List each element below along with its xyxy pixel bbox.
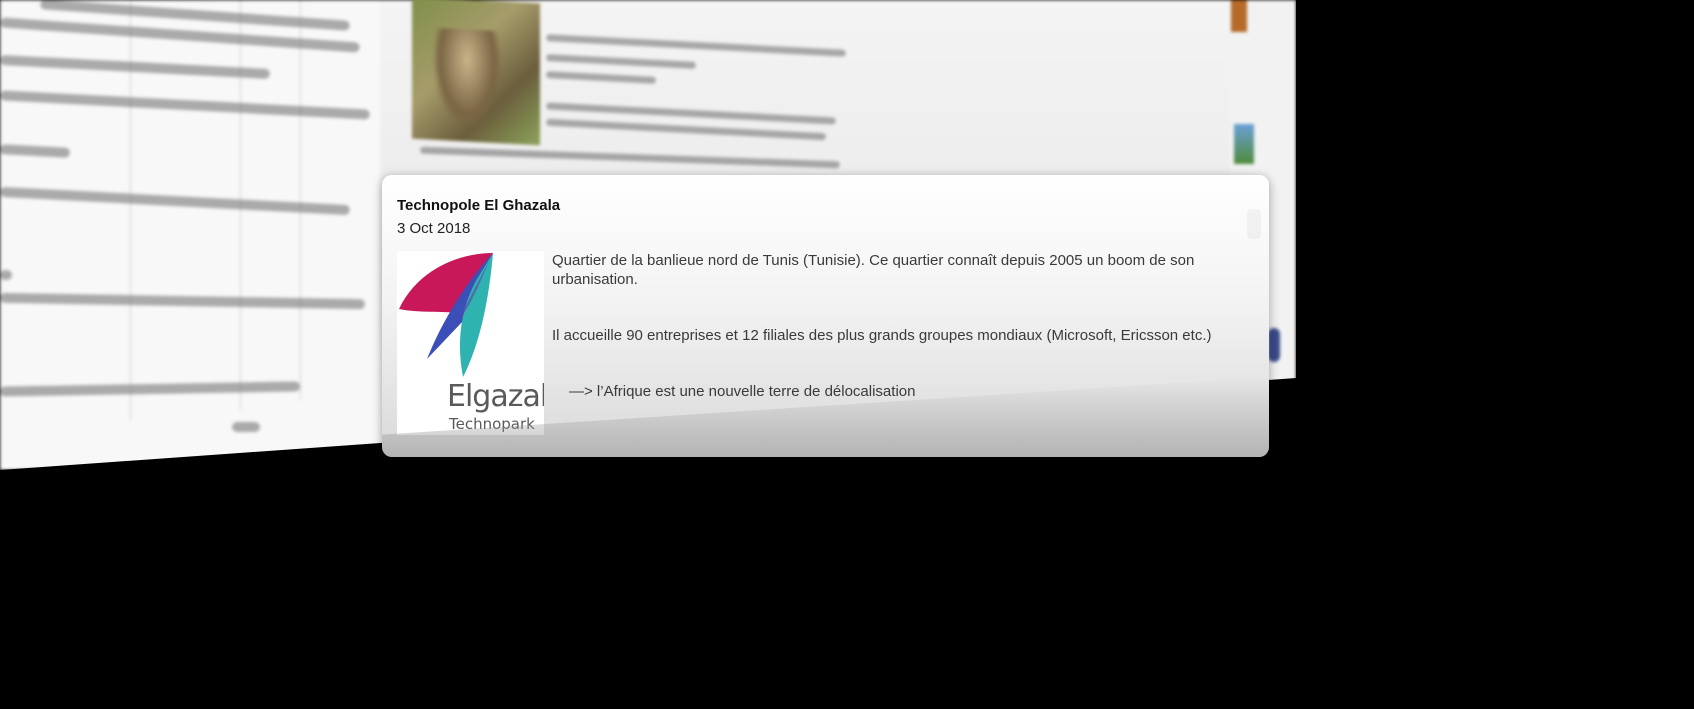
logo-subtitle: Technopark [449,415,535,433]
description-paragraph: Quartier de la banlieue nord de Tunis (T… [552,252,1195,288]
description-paragraph: Il accueille 90 entreprises et 12 filial… [552,327,1212,344]
description-paragraph: —> l’Afrique est une nouvelle terre de d… [569,383,916,400]
background-thumbnail [1231,0,1247,32]
background-text-column [0,0,380,470]
background-photo [412,0,540,146]
background-thumbnail [1234,124,1254,164]
event-description: Quartier de la banlieue nord de Tunis (T… [552,251,1252,438]
logo-wordmark: Elgazala [447,379,544,414]
event-popover[interactable]: Technopole El Ghazala 3 Oct 2018 Elgazal… [382,175,1269,457]
popover-scrollbar[interactable] [1247,209,1261,239]
event-date: 3 Oct 2018 [397,220,471,237]
event-title: Technopole El Ghazala [397,197,561,214]
event-image[interactable]: Elgazala Technopark [397,251,544,435]
background-seal [1268,328,1280,362]
